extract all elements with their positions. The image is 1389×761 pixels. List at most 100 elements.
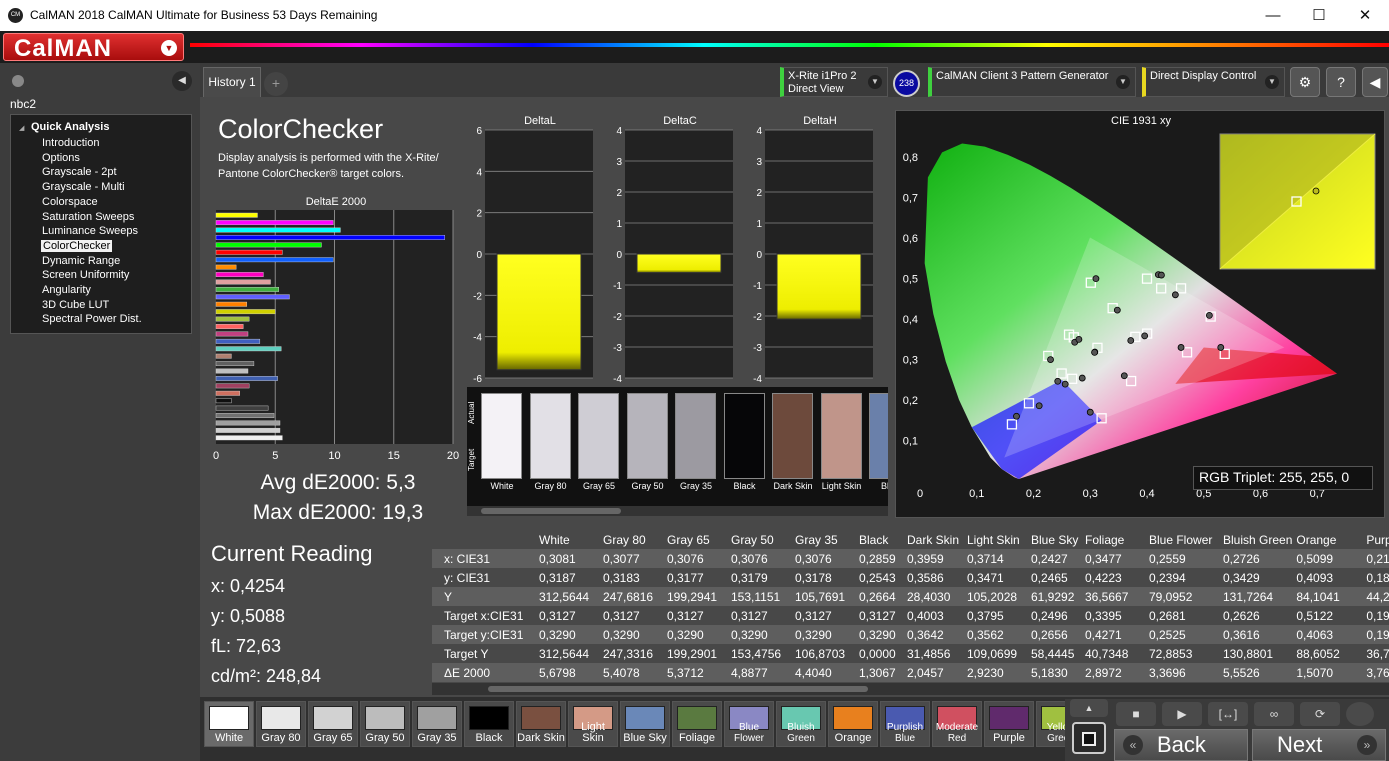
nav-item-3d-cube-lut[interactable]: 3D Cube LUT bbox=[42, 299, 109, 311]
nav-item-grayscale-2pt[interactable]: Grayscale - 2pt bbox=[42, 166, 117, 178]
nav-item-saturation-sweeps[interactable]: Saturation Sweeps bbox=[42, 211, 134, 223]
display-control-selector[interactable]: Direct Display Control ▼ bbox=[1142, 67, 1285, 97]
table-cell: 247,3316 bbox=[601, 644, 665, 663]
loop-button[interactable]: ∞ bbox=[1254, 702, 1294, 726]
fit-button[interactable]: [↔] bbox=[1208, 702, 1248, 726]
patch-button[interactable]: Gray 50 bbox=[360, 701, 410, 747]
patch-button[interactable]: Black bbox=[464, 701, 514, 747]
nav-item-grayscale-multi[interactable]: Grayscale - Multi bbox=[42, 181, 125, 193]
patch-button[interactable]: Blue Flower bbox=[724, 701, 774, 747]
collapse-panel-button[interactable]: ◀ bbox=[172, 71, 192, 91]
collapse-right-button[interactable]: ◀ bbox=[1362, 67, 1388, 97]
table-cell: 153,4756 bbox=[729, 644, 793, 663]
calman-menu-button[interactable]: CalMAN ▼ bbox=[3, 33, 184, 62]
y-tick-label: -6 bbox=[473, 374, 482, 385]
measured-point bbox=[1047, 356, 1054, 363]
table-cell: 0,3290 bbox=[537, 625, 601, 644]
patch-button[interactable]: Gray 65 bbox=[308, 701, 358, 747]
table-cell: 247,6816 bbox=[601, 587, 665, 606]
minimize-button[interactable]: — bbox=[1250, 0, 1296, 31]
tree-expand-icon[interactable]: ◢ bbox=[19, 124, 24, 132]
patch-label: Foliage bbox=[678, 732, 716, 744]
nav-item-introduction[interactable]: Introduction bbox=[42, 137, 99, 149]
patch-label: Gray 35 bbox=[417, 732, 457, 744]
add-tab-button[interactable]: + bbox=[264, 72, 288, 96]
nav-item-spectral-power-dist[interactable]: Spectral Power Dist. bbox=[42, 313, 142, 325]
nav-item-angularity[interactable]: Angularity bbox=[42, 284, 91, 296]
table-cell: 0,1920 bbox=[1364, 625, 1389, 644]
play-button[interactable]: ▶ bbox=[1162, 702, 1202, 726]
pattern-generator-selector[interactable]: CalMAN Client 3 Pattern Generator ▼ bbox=[928, 67, 1136, 97]
nav-item-colorspace[interactable]: Colorspace bbox=[42, 196, 98, 208]
record-button[interactable] bbox=[1346, 702, 1374, 726]
table-cell: 106,8703 bbox=[793, 644, 857, 663]
comparison-swatch bbox=[578, 393, 619, 479]
refresh-button[interactable]: ⟳ bbox=[1300, 702, 1340, 726]
patch-color-chip bbox=[833, 706, 873, 730]
nav-header[interactable]: Quick Analysis bbox=[31, 121, 109, 133]
measured-point bbox=[1086, 408, 1094, 416]
y-tick-label: 0 bbox=[756, 250, 762, 261]
table-cell: 0,3179 bbox=[729, 568, 793, 587]
y-tick-label: 0,4 bbox=[903, 314, 918, 326]
measured-point bbox=[1013, 412, 1020, 420]
nav-item-dynamic-range[interactable]: Dynamic Range bbox=[42, 255, 120, 267]
patch-button[interactable]: Orange bbox=[828, 701, 878, 747]
stop-measure-button[interactable]: ■ bbox=[1116, 702, 1156, 726]
nav-item-screen-uniformity[interactable]: Screen Uniformity bbox=[42, 269, 129, 281]
scrollbar-thumb[interactable] bbox=[488, 686, 868, 692]
patch-button[interactable]: Gray 80 bbox=[256, 701, 306, 747]
measured-point bbox=[1127, 337, 1135, 344]
comparison-swatch bbox=[723, 393, 765, 479]
nav-item-colorchecker[interactable]: ColorChecker bbox=[41, 239, 113, 252]
table-cell: 0,3178 bbox=[793, 568, 857, 587]
up-arrow-button[interactable]: ▲ bbox=[1070, 699, 1108, 717]
meter-selector[interactable]: X-Rite i1Pro 2 Direct View ▼ bbox=[780, 67, 888, 97]
stop-button[interactable] bbox=[1072, 722, 1106, 754]
table-scrollbar[interactable] bbox=[432, 683, 1389, 695]
patch-button[interactable]: White bbox=[204, 701, 254, 747]
measurement-table: White Gray 80 Gray 65 Gray 50 Gray 35 Black Da… bbox=[432, 530, 1389, 685]
patch-button[interactable]: Gray 35 bbox=[412, 701, 462, 747]
close-button[interactable]: ✕ bbox=[1342, 0, 1388, 31]
patch-button[interactable]: Blue Sky bbox=[620, 701, 670, 747]
patch-label: Gray 80 bbox=[261, 732, 301, 744]
y-tick-label: -2 bbox=[473, 291, 482, 302]
patch-button[interactable]: Purple bbox=[984, 701, 1034, 747]
table-cell: 5,3712 bbox=[665, 663, 729, 682]
deltae-bar bbox=[215, 331, 249, 337]
table-cell: 5,5526 bbox=[1221, 663, 1295, 682]
table-cell: 130,8801 bbox=[1221, 644, 1295, 663]
deltae-bar bbox=[215, 427, 281, 433]
deltal-chart: 6 4 2 0 -2 -4 -6 bbox=[473, 126, 593, 385]
table-cell: 0,3127 bbox=[729, 606, 793, 625]
swatch-scrollbar[interactable] bbox=[467, 506, 888, 516]
patch-label: Bluish Green bbox=[787, 722, 815, 744]
next-button[interactable]: Next » bbox=[1252, 729, 1386, 761]
help-button[interactable]: ? bbox=[1326, 67, 1356, 97]
tab-history-1[interactable]: History 1 bbox=[203, 67, 261, 97]
y-tick-label: 3 bbox=[756, 157, 762, 168]
maximize-button[interactable]: ☐ bbox=[1296, 0, 1342, 31]
table-cell: 36,5667 bbox=[1083, 587, 1147, 606]
swatch-comparison-panel: Actual Target White Gray 80 Gray 65 Gray 50… bbox=[467, 387, 888, 506]
nav-item-options[interactable]: Options bbox=[42, 152, 80, 164]
status-dot-icon bbox=[12, 75, 24, 87]
scrollbar-thumb[interactable] bbox=[481, 508, 621, 514]
meter-badge[interactable]: 238 bbox=[893, 70, 920, 97]
nav-item-luminance-sweeps[interactable]: Luminance Sweeps bbox=[42, 225, 138, 237]
comparison-swatch bbox=[626, 393, 668, 479]
patch-button[interactable]: Purplish Blue bbox=[880, 701, 930, 747]
settings-button[interactable]: ⚙ bbox=[1290, 67, 1320, 97]
patch-button[interactable]: Moderate Red bbox=[932, 701, 982, 747]
patch-color-chip bbox=[521, 706, 561, 730]
back-button[interactable]: « Back bbox=[1114, 729, 1248, 761]
patch-button[interactable]: Foliage bbox=[672, 701, 722, 747]
patch-button[interactable]: Bluish Green bbox=[776, 701, 826, 747]
x-tick-label: 10 bbox=[328, 450, 340, 462]
x-tick-label: 0,3 bbox=[1083, 488, 1098, 500]
table-cell: 0,3616 bbox=[1221, 625, 1295, 644]
patch-button[interactable]: Light Skin bbox=[568, 701, 618, 747]
patch-button[interactable]: Dark Skin bbox=[516, 701, 566, 747]
deltae-bar bbox=[215, 212, 258, 218]
